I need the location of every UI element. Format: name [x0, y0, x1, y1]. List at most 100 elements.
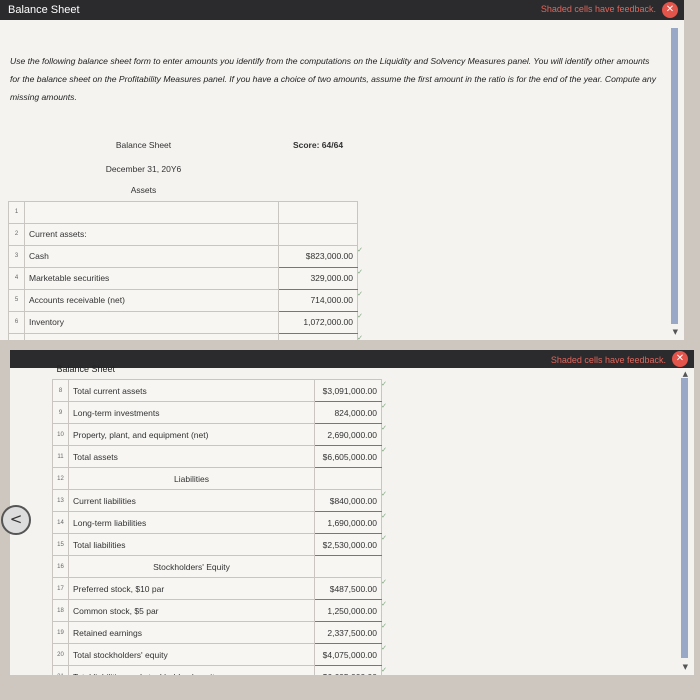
check-icon: ✓: [357, 311, 363, 320]
row-label: Cash: [24, 244, 279, 268]
check-icon: ✓: [357, 245, 363, 254]
top-scrollbar[interactable]: [671, 28, 678, 324]
amount-cell[interactable]: [278, 222, 358, 246]
amount-cell[interactable]: 2,337,500.00 ✓: [314, 621, 387, 644]
row-number: 6: [8, 310, 25, 334]
table-row: 1: [8, 200, 358, 224]
table-row: 3 Cash $823,000.00 ✓: [8, 244, 363, 268]
row-number: 4: [8, 266, 25, 290]
sheet-title: Balance Sheet: [115, 140, 172, 150]
table-row: 19 Retained earnings 2,337,500.00 ✓: [52, 621, 387, 644]
check-icon: ✓: [381, 600, 387, 608]
row-number: 16: [52, 555, 69, 578]
row-label: Prepaid expenses: [24, 332, 279, 340]
row-number: 9: [52, 401, 69, 424]
amount-cell[interactable]: 714,000.00 ✓: [278, 288, 363, 312]
table-row: 9 Long-term investments 824,000.00 ✓: [52, 401, 387, 424]
row-number: 2: [8, 222, 25, 246]
row-label: Liabilities: [68, 467, 315, 490]
amount-cell[interactable]: $6,605,000.00 ✓: [314, 445, 387, 468]
amount-cell[interactable]: 1,690,000.00 ✓: [314, 511, 387, 534]
row-number: 8: [52, 379, 69, 402]
row-number: 19: [52, 621, 69, 644]
row-number: 14: [52, 511, 69, 534]
amount-cell[interactable]: $2,530,000.00 ✓: [314, 533, 387, 556]
row-number: 5: [8, 288, 25, 312]
top-panel: Balance Sheet Shaded cells have feedback…: [0, 0, 684, 340]
amount-value: $487,500.00: [329, 583, 377, 594]
row-label: Accounts receivable (net): [24, 288, 279, 312]
row-number: 7: [8, 332, 25, 340]
bottom-scroll-down-icon[interactable]: ▼: [683, 663, 688, 671]
amount-value: 714,000.00: [310, 295, 353, 305]
row-label: Current assets:: [24, 222, 279, 246]
check-icon: ✓: [357, 289, 363, 298]
check-icon: ✓: [381, 402, 387, 410]
amount-cell[interactable]: [278, 200, 358, 224]
bottom-feedback-note: Shaded cells have feedback.: [550, 355, 666, 365]
amount-value: 329,000.00: [310, 273, 353, 283]
top-balance-sheet-grid: Balance Sheet Score: 64/64 December 31, …: [8, 132, 363, 340]
check-icon: ✓: [381, 644, 387, 652]
instructions-text: Use the following balance sheet form to …: [10, 56, 657, 102]
table-row: 11 Total assets $6,605,000.00 ✓: [52, 445, 387, 468]
row-number: 1: [8, 200, 25, 224]
amount-cell[interactable]: 1,072,000.00 ✓: [278, 310, 363, 334]
amount-cell[interactable]: $6,605,000.00 ✓: [314, 665, 387, 675]
table-row: 13 Current liabilities $840,000.00 ✓: [52, 489, 387, 512]
top-close-icon[interactable]: ✕: [662, 2, 678, 18]
amount-cell[interactable]: $487,500.00 ✓: [314, 577, 387, 600]
amount-cell[interactable]: [314, 555, 382, 578]
amount-cell[interactable]: 824,000.00 ✓: [314, 401, 387, 424]
top-scroll-down-icon[interactable]: ▼: [673, 328, 678, 336]
row-label: Marketable securities: [24, 266, 279, 290]
amount-value: $840,000.00: [329, 495, 377, 506]
table-row: 14 Long-term liabilities 1,690,000.00 ✓: [52, 511, 387, 534]
row-number: 21: [52, 665, 69, 675]
amount-value: $4,075,000.00: [322, 649, 377, 660]
amount-value: 824,000.00: [334, 407, 377, 418]
amount-cell[interactable]: 1,250,000.00 ✓: [314, 599, 387, 622]
amount-value: 2,690,000.00: [327, 429, 377, 440]
amount-cell[interactable]: $3,091,000.00 ✓: [314, 379, 387, 402]
table-row: 17 Preferred stock, $10 par $487,500.00 ✓: [52, 577, 387, 600]
amount-value: 1,072,000.00: [303, 317, 353, 327]
amount-value: $3,091,000.00: [322, 385, 377, 396]
row-label: Stockholders' Equity: [68, 555, 315, 578]
table-row: 10 Property, plant, and equipment (net) 2,…: [52, 423, 387, 446]
table-row: 8 Total current assets $3,091,000.00 ✓: [52, 379, 387, 402]
back-arrow-icon[interactable]: <: [1, 505, 31, 535]
row-label: Total liabilities: [68, 533, 315, 556]
row-number: 17: [52, 577, 69, 600]
amount-value: 1,250,000.00: [327, 605, 377, 616]
row-number: 18: [52, 599, 69, 622]
check-icon: ✓: [381, 512, 387, 520]
row-number: 10: [52, 423, 69, 446]
amount-cell[interactable]: $4,075,000.00 ✓: [314, 643, 387, 666]
row-label: Total stockholders' equity: [68, 643, 315, 666]
table-row: 6 Inventory 1,072,000.00 ✓: [8, 310, 363, 334]
table-row: 12 Liabilities: [52, 467, 382, 490]
row-label: Property, plant, and equipment (net): [68, 423, 315, 446]
row-number: 12: [52, 467, 69, 490]
row-label: Preferred stock, $10 par: [68, 577, 315, 600]
bottom-scrollbar[interactable]: [681, 378, 688, 658]
row-number: 3: [8, 244, 25, 268]
row-label: Inventory: [24, 310, 279, 334]
amount-cell[interactable]: $840,000.00 ✓: [314, 489, 387, 512]
amount-cell[interactable]: [314, 467, 382, 490]
bottom-scroll-up-icon[interactable]: ▲: [683, 370, 688, 378]
amount-cell[interactable]: 2,690,000.00 ✓: [314, 423, 387, 446]
amount-cell[interactable]: 153,000.00 ✓: [278, 332, 363, 340]
table-row: 21Total liabilities and stockholders' eq…: [52, 665, 387, 675]
table-row: 15 Total liabilities $2,530,000.00 ✓: [52, 533, 387, 556]
row-number: 13: [52, 489, 69, 512]
assets-header: Assets: [130, 184, 157, 195]
amount-cell[interactable]: $823,000.00 ✓: [278, 244, 363, 268]
row-label: Total liabilities and stockholders' equi…: [68, 665, 315, 675]
amount-cell[interactable]: 329,000.00 ✓: [278, 266, 363, 290]
score-label: Score: 64/64: [292, 140, 344, 150]
check-icon: ✓: [381, 424, 387, 432]
row-number: 11: [52, 445, 69, 468]
bottom-close-icon[interactable]: ✕: [672, 351, 688, 367]
